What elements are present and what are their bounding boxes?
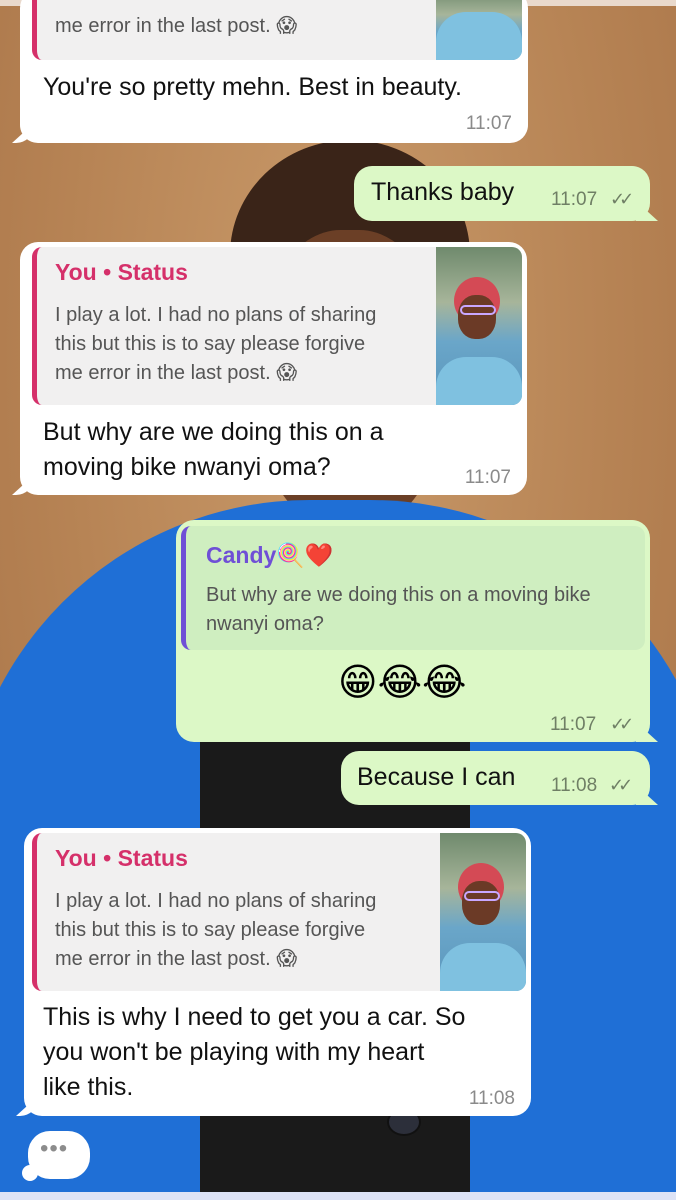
typing-indicator: ••• [22, 1131, 90, 1181]
message-bubble-incoming[interactable]: me error in the last post. 😱 You're so p… [20, 0, 528, 143]
message-time: 11:08 [468, 1088, 515, 1109]
quoted-status[interactable]: You • Status I play a lot. I had no plan… [32, 833, 526, 991]
quoted-status-text: I play a lot. I had no plans of sharing … [55, 304, 377, 384]
message-bubble-incoming[interactable]: You • Status I play a lot. I had no plan… [20, 242, 527, 495]
quoted-author: You • Status [55, 259, 188, 285]
message-bubble-incoming[interactable]: You • Status I play a lot. I had no plan… [24, 828, 531, 1116]
message-text: You're so pretty mehn. Best in beauty. [43, 73, 462, 101]
message-time: 11:07 [550, 714, 597, 735]
status-thumbnail [436, 0, 522, 60]
read-receipt-icon: ✓✓ [610, 189, 634, 209]
message-time: 11:07 [464, 467, 511, 488]
message-text: This is why I need to get you a car. So … [43, 1003, 466, 1101]
emoji-message: 😁😂😂 [338, 662, 467, 704]
message-time: 11:07 [551, 189, 598, 210]
message-bubble-outgoing[interactable]: Thanks baby 11:07 ✓✓ [354, 166, 650, 221]
message-text: Thanks baby [371, 178, 515, 206]
quoted-author: You • Status [55, 845, 188, 871]
message-bubble-outgoing[interactable]: Candy🍭❤️ But why are we doing this on a … [176, 520, 650, 742]
status-thumbnail [440, 833, 526, 991]
quoted-message-text: But why are we doing this on a moving bi… [206, 584, 591, 635]
quoted-status[interactable]: You • Status I play a lot. I had no plan… [32, 247, 522, 405]
read-receipt-icon: ✓✓ [610, 714, 634, 734]
status-thumbnail [436, 247, 522, 405]
message-time: 11:08 [551, 775, 598, 796]
message-text: Because I can [357, 763, 516, 791]
typing-dots-icon: ••• [40, 1135, 69, 1162]
quoted-author: Candy🍭❤️ [206, 542, 334, 568]
quoted-message[interactable]: Candy🍭❤️ But why are we doing this on a … [181, 526, 645, 650]
quoted-status-text: I play a lot. I had no plans of sharing … [55, 890, 377, 970]
message-bubble-outgoing[interactable]: Because I can 11:08 ✓✓ [341, 751, 650, 805]
read-receipt-icon: ✓✓ [609, 775, 633, 795]
message-time: 11:07 [465, 113, 512, 134]
quoted-status-text: me error in the last post. 😱 [55, 15, 298, 37]
quoted-status[interactable]: me error in the last post. 😱 [32, 0, 522, 60]
message-text: But why are we doing this on a moving bi… [43, 418, 384, 481]
